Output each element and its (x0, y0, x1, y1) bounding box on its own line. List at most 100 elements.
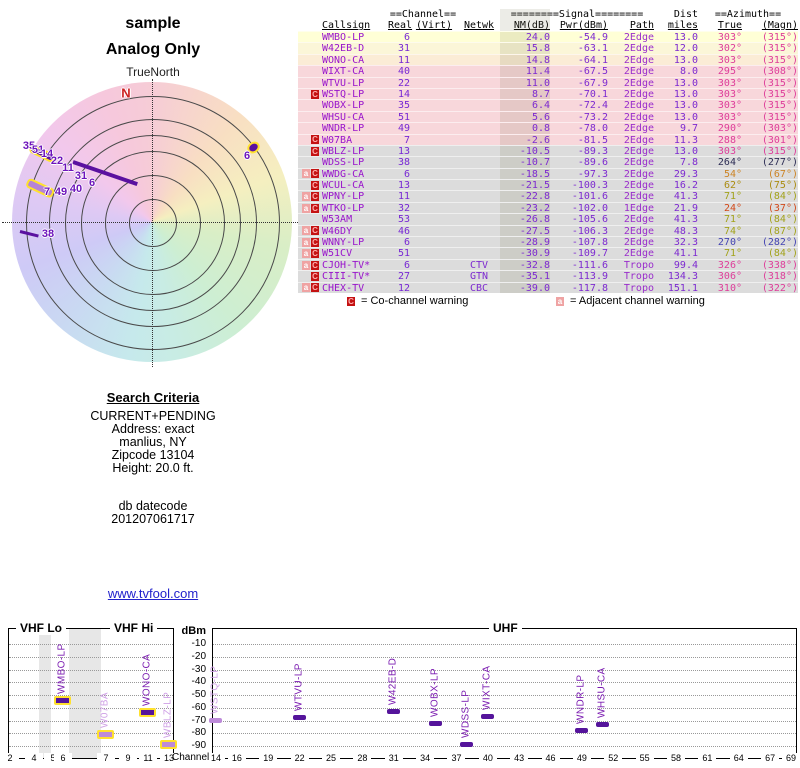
tvfool-link[interactable]: www.tvfool.com (108, 586, 198, 601)
x-axis-title: Channel (172, 752, 210, 763)
cell-virt (410, 157, 458, 167)
channel-tick-label: 34 (416, 753, 435, 763)
cell-nm: 5.6 (500, 111, 550, 123)
cell-miles: 7.8 (679, 157, 698, 169)
cell-miles: 9.7 (679, 123, 698, 135)
cell-az-true: 303° (717, 88, 742, 100)
cell-az-true: 295° (717, 66, 742, 78)
table-row: a C WPNY-LP 11 -22.8 -101.6 2Edge 41.3 71° (84°) (298, 190, 798, 203)
cell-az-magn: (308°) (761, 66, 798, 78)
cell-real: 31 (397, 43, 410, 55)
col-real: Real (388, 20, 413, 31)
table-row: WTVU-LP 22 11.0 -67.9 2Edge 13.0 303° (315°) (298, 76, 798, 89)
cell-real: 35 (397, 100, 410, 112)
adjacent-warning-badge: a (302, 192, 310, 202)
warning-badges (298, 66, 322, 76)
cell-path: 2Edge (623, 77, 654, 89)
cell-netwk (458, 112, 500, 122)
cell-virt (410, 55, 458, 65)
signal-bar-callsign: WIXT-CA (481, 665, 493, 711)
dbm-gridline (213, 720, 796, 722)
cell-virt (410, 283, 458, 293)
signal-table: ==Channel== ========Signal======== Dist … (298, 9, 798, 294)
warning-badges (298, 78, 322, 88)
cell-real: 13 (397, 180, 410, 192)
signal-bar-callsign: WTVU-LP (293, 663, 305, 711)
cell-az-magn: (338°) (761, 259, 798, 271)
cell-az-true: 303° (717, 100, 742, 112)
header-channel-group: ==Channel== (389, 9, 457, 20)
vhf-gap-band (39, 629, 51, 758)
cell-real: 32 (397, 202, 410, 214)
warning-badges: C (298, 271, 322, 281)
cell-miles: 151.1 (667, 282, 698, 294)
search-criteria-title: Search Criteria (106, 390, 200, 405)
cell-nm: 8.7 (500, 88, 550, 100)
cell-pwr: -107.8 (571, 237, 608, 249)
cell-miles: 41.3 (673, 191, 698, 203)
cell-callsign: W51CV (322, 248, 353, 260)
cell-virt (410, 89, 458, 99)
col-pwr: Pwr(dBm) (559, 20, 608, 31)
signal-bar-callsign: WONO-CA (141, 653, 153, 706)
adjacent-warning-badge: a (302, 283, 310, 293)
cell-virt (410, 260, 458, 270)
cell-callsign: WHSU-CA (322, 111, 365, 123)
cell-miles: 13.0 (673, 32, 698, 43)
cell-az-magn: (67°) (767, 168, 798, 180)
cell-az-true: 303° (717, 77, 742, 89)
cell-path: 2Edge (623, 134, 654, 146)
adjacent-warning-badge: a (302, 249, 310, 259)
channel-tick-label: 2 (1, 753, 19, 763)
dbm-tick-label: -40 (191, 676, 206, 688)
cell-callsign: WSTQ-LP (322, 88, 365, 100)
report-subtitle: Analog Only (105, 41, 201, 58)
cell-pwr: -54.9 (577, 32, 608, 43)
cell-pwr: -109.7 (571, 248, 608, 260)
cell-netwk (458, 55, 500, 65)
cell-virt (410, 78, 458, 88)
cell-pwr: -97.3 (577, 168, 608, 180)
dbm-tick-label: -70 (191, 714, 206, 726)
channel-tick-label: 31 (384, 753, 403, 763)
channel-tick-label: 64 (729, 753, 748, 763)
adjacent-channel-legend-text: = Adjacent channel warning (570, 295, 705, 307)
cell-miles: 41.1 (673, 248, 698, 260)
cell-callsign: WBLZ-LP (322, 145, 365, 157)
cell-miles: 99.4 (673, 259, 698, 271)
table-row: a C W51CV 51 -30.9 -109.7 2Edge 41.1 71° (84°) (298, 247, 798, 260)
col-az-true: True (717, 20, 742, 31)
cell-nm: -23.2 (500, 202, 550, 214)
cell-miles: 21.9 (673, 202, 698, 214)
cell-az-true: 306° (717, 271, 742, 283)
cell-miles: 29.3 (673, 168, 698, 180)
cell-az-magn: (282°) (761, 237, 798, 249)
co-channel-warning-badge: C (311, 271, 319, 281)
co-channel-warning-badge: C (311, 89, 319, 99)
cell-callsign: WONO-CA (322, 54, 365, 66)
cell-virt (410, 180, 458, 190)
cell-az-magn: (315°) (761, 111, 798, 123)
cell-az-true: 71° (723, 248, 742, 260)
cell-path: 2Edge (623, 54, 654, 66)
cell-netwk (458, 157, 500, 167)
cell-az-true: 303° (717, 111, 742, 123)
cell-netwk (458, 123, 500, 133)
channel-tick-label: 4 (25, 753, 43, 763)
cell-path: 2Edge (623, 225, 654, 237)
true-north-label: TrueNorth (126, 65, 180, 79)
warning-badges: aC (298, 191, 322, 202)
cell-virt (410, 135, 458, 145)
cell-miles: 13.0 (673, 77, 698, 89)
cell-az-magn: (315°) (761, 100, 798, 112)
dbm-tick-label: -30 (191, 663, 206, 675)
cell-real: 6 (403, 259, 410, 271)
channel-tick-label: 40 (478, 753, 497, 763)
cell-real: 6 (403, 32, 410, 43)
cell-path: 2Edge (623, 145, 654, 157)
cell-az-magn: (301°) (761, 134, 798, 146)
cell-path: 2Edge (623, 43, 654, 55)
header-azimuth-group: ==Azimuth== (714, 9, 782, 20)
cell-nm: -35.1 (500, 271, 550, 282)
cell-real: 51 (397, 248, 410, 260)
